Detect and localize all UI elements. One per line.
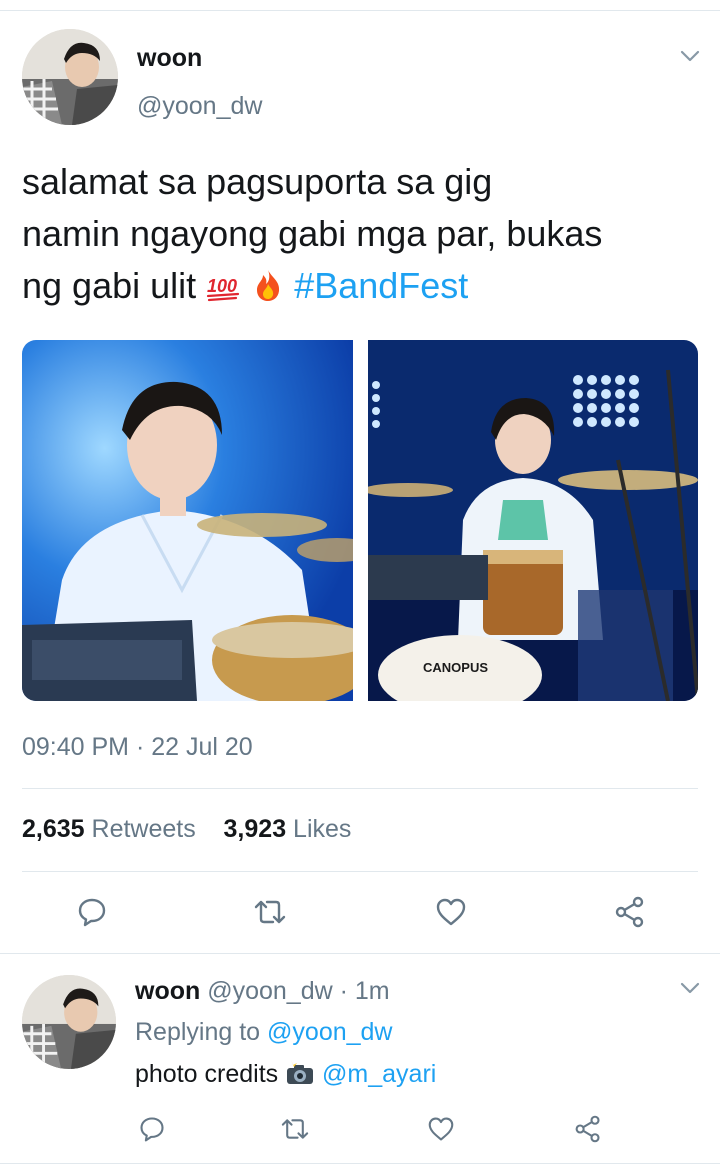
reply-separator: ·: [339, 977, 348, 1005]
tweet-text-line-1: salamat sa pagsuporta sa gig: [22, 161, 493, 202]
like-icon: [436, 898, 466, 926]
stats-top-divider: [22, 788, 698, 789]
share-icon: [615, 896, 644, 928]
replying-to-handle[interactable]: @yoon_dw: [267, 1018, 392, 1046]
retweet-stat[interactable]: 2,635 Retweets: [22, 815, 196, 843]
tweet-photo-1[interactable]: [22, 340, 353, 701]
reply-header: woon @yoon_dw · 1m: [135, 977, 390, 1006]
retweet-label: Retweets: [91, 815, 196, 843]
reply-button[interactable]: [72, 892, 112, 932]
reply-icon: [140, 1117, 164, 1142]
reply-avatar-image: [22, 975, 116, 1069]
tweet-text: salamat sa pagsuporta sa gig namin ngayo…: [22, 156, 712, 316]
like-count: 3,923: [223, 815, 287, 843]
fire-emoji: [252, 264, 284, 316]
stats-bottom-divider: [22, 871, 698, 872]
svg-text:100: 100: [207, 276, 237, 296]
tweet-text-line-3-text: ng gabi ulit: [22, 265, 197, 306]
hundred-points-emoji: 100: [206, 264, 242, 316]
like-label: Likes: [293, 815, 352, 843]
reply-share-button[interactable]: [568, 1109, 608, 1149]
chevron-down-icon[interactable]: [679, 48, 701, 64]
retweet-icon: [254, 900, 286, 924]
retweet-icon: [281, 1119, 309, 1139]
tweet-text-line-2: namin ngayong gabi mga par, bukas: [22, 213, 603, 254]
mention-link[interactable]: @m_ayari: [322, 1060, 436, 1088]
user-handle[interactable]: @yoon_dw: [137, 92, 262, 121]
like-icon: [428, 1117, 454, 1141]
hashtag-link[interactable]: #BandFest: [294, 265, 468, 306]
tweet-text-line-3: ng gabi ulit 100 #BandFest: [22, 260, 712, 316]
tweet-stats: 2,635 Retweets 3,923 Likes: [22, 815, 351, 844]
canopus-logo: CANOPUS: [423, 660, 488, 675]
reply-avatar[interactable]: [22, 975, 116, 1069]
retweet-count: 2,635: [22, 815, 85, 843]
tweet-photo-2[interactable]: CANOPUS: [368, 340, 698, 701]
reply-text: photo credits @m_ayari: [135, 1060, 436, 1093]
like-stat[interactable]: 3,923 Likes: [224, 815, 352, 843]
reply-like-button[interactable]: [421, 1109, 461, 1149]
tweet-divider: [0, 953, 720, 954]
reply-chevron-down-icon[interactable]: [679, 980, 701, 996]
reply-reply-button[interactable]: [132, 1109, 172, 1149]
reply-retweet-button[interactable]: [275, 1109, 315, 1149]
avatar-image: [22, 29, 118, 125]
reply-display-name[interactable]: woon: [135, 977, 200, 1005]
replying-to: Replying to @yoon_dw: [135, 1018, 392, 1047]
top-divider: [0, 10, 720, 11]
bottom-divider: [0, 1163, 720, 1164]
replying-to-label: Replying to: [135, 1018, 261, 1046]
tweet-timestamp[interactable]: 09:40 PM · 22 Jul 20: [22, 733, 253, 762]
retweet-button[interactable]: [250, 892, 290, 932]
avatar[interactable]: [22, 29, 118, 125]
reply-time[interactable]: 1m: [355, 977, 390, 1005]
reply-body: photo credits: [135, 1060, 279, 1088]
camera-with-flash-emoji: [285, 1060, 315, 1093]
like-button[interactable]: [431, 892, 471, 932]
display-name[interactable]: woon: [137, 44, 202, 73]
share-button[interactable]: [610, 892, 650, 932]
reply-icon: [78, 898, 106, 927]
reply-handle[interactable]: @yoon_dw: [207, 977, 332, 1005]
share-icon: [575, 1115, 600, 1143]
